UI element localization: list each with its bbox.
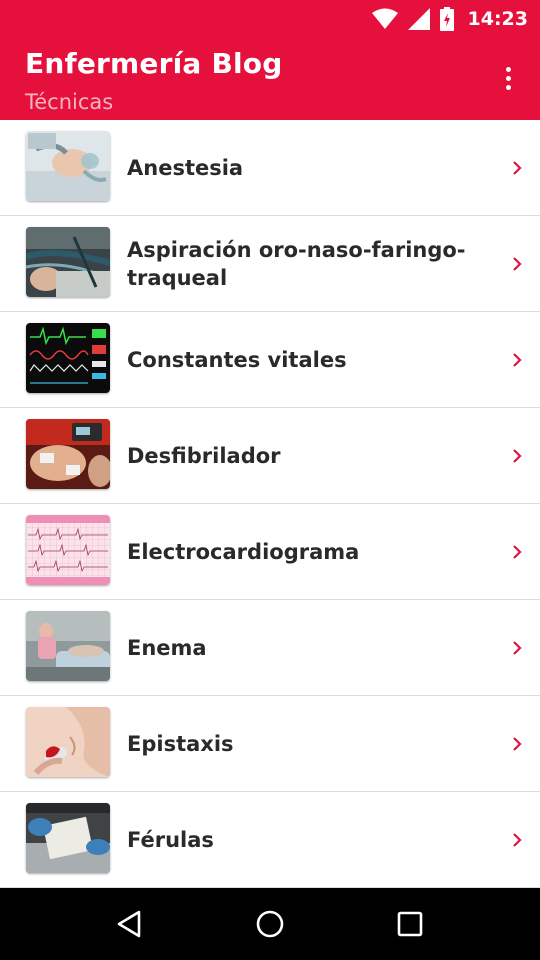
item-label: Aspiración oro-naso-faringo-traqueal xyxy=(127,238,466,290)
list-item-epistaxis[interactable]: Epistaxis xyxy=(0,696,540,792)
chevron-right-icon xyxy=(513,353,522,367)
recents-icon[interactable] xyxy=(380,894,440,954)
list-item-enema[interactable]: Enema xyxy=(0,600,540,696)
status-bar: 14:23 xyxy=(0,0,540,38)
defibrillator-photo xyxy=(26,419,110,489)
item-label: Férulas xyxy=(127,828,214,852)
list-item-aspiracion[interactable]: Aspiración oro-naso-faringo-traqueal xyxy=(0,216,540,312)
chevron-right-icon xyxy=(513,737,522,751)
app-title: Enfermería Blog xyxy=(25,47,283,80)
list-item-constantes-vitales[interactable]: Constantes vitales xyxy=(0,312,540,408)
item-label: Desfibrilador xyxy=(127,444,281,468)
list-item-electrocardiograma[interactable]: Electrocardiograma xyxy=(0,504,540,600)
item-label: Enema xyxy=(127,636,207,660)
battery-charging-icon xyxy=(439,7,454,31)
item-label: Electrocardiograma xyxy=(127,540,360,564)
splint-photo xyxy=(26,803,110,873)
vital-signs-monitor-photo xyxy=(26,323,110,393)
app-bar: Enfermería Blog Técnicas xyxy=(0,38,540,120)
techniques-list: Anestesia Aspiración oro-naso-faringo-tr… xyxy=(0,120,540,888)
item-label: Epistaxis xyxy=(127,732,234,756)
list-item-anestesia[interactable]: Anestesia xyxy=(0,120,540,216)
cell-signal-icon xyxy=(407,8,430,30)
item-label: Constantes vitales xyxy=(127,348,347,372)
list-item-ferulas[interactable]: Férulas xyxy=(0,792,540,888)
enema-photo xyxy=(26,611,110,681)
aspiration-photo xyxy=(26,227,110,297)
system-nav-bar xyxy=(0,888,540,960)
app-subtitle: Técnicas xyxy=(25,90,114,114)
ecg-paper-photo xyxy=(26,515,110,585)
home-icon[interactable] xyxy=(240,894,300,954)
more-vert-icon[interactable] xyxy=(494,62,522,94)
chevron-right-icon xyxy=(513,545,522,559)
back-icon[interactable] xyxy=(100,894,160,954)
chevron-right-icon xyxy=(513,449,522,463)
epistaxis-photo xyxy=(26,707,110,777)
status-time: 14:23 xyxy=(467,8,528,30)
chevron-right-icon xyxy=(513,833,522,847)
chevron-right-icon xyxy=(513,641,522,655)
chevron-right-icon xyxy=(513,257,522,271)
chevron-right-icon xyxy=(513,161,522,175)
item-label: Anestesia xyxy=(127,156,244,180)
wifi-icon xyxy=(371,8,398,30)
list-item-desfibrilador[interactable]: Desfibrilador xyxy=(0,408,540,504)
anesthesia-photo xyxy=(26,131,110,201)
